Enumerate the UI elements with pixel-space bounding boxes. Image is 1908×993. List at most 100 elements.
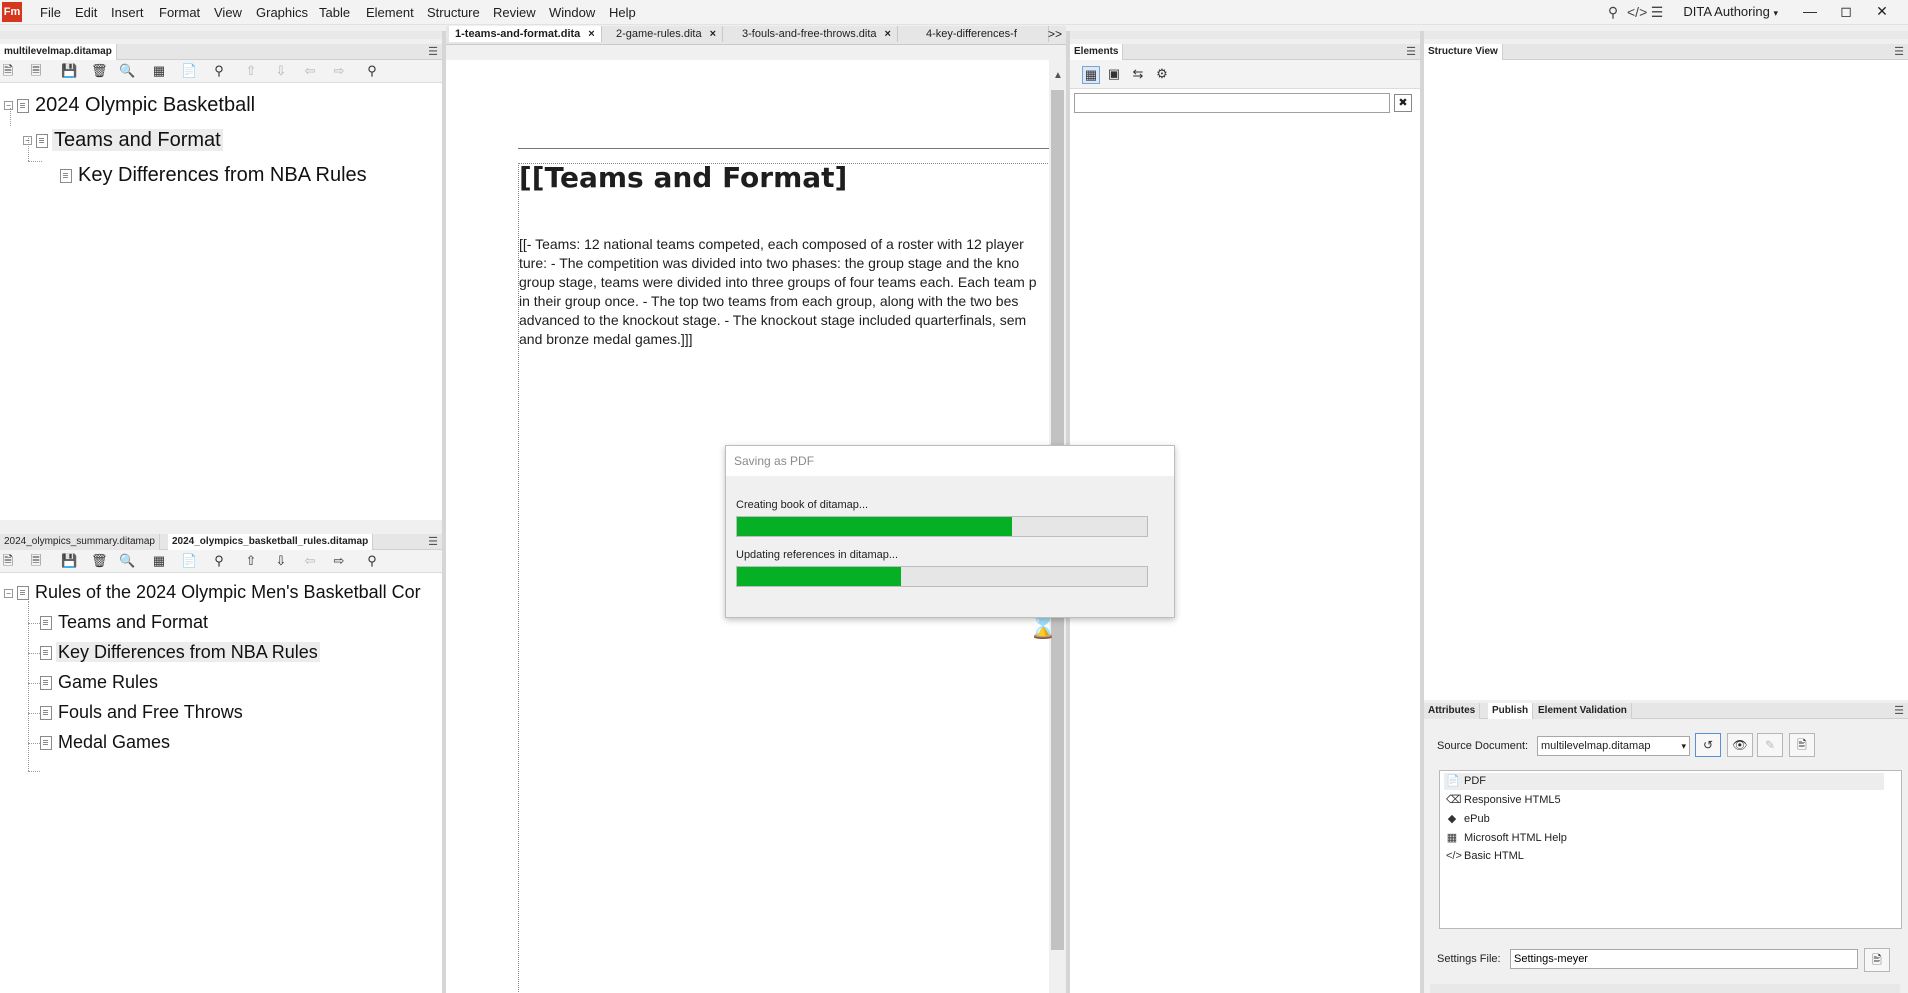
topic-body[interactable]: [[- Teams: 12 national teams competed, e…	[519, 235, 1049, 349]
save-icon[interactable]: 💾	[61, 63, 77, 79]
close-tab-icon[interactable]: ×	[710, 28, 716, 40]
topic-title[interactable]: [[Teams and Format]	[519, 161, 847, 194]
key-icon[interactable]: ⚲	[211, 63, 227, 79]
menu-graphics[interactable]: Graphics	[256, 5, 308, 20]
save-icon[interactable]: 💾	[61, 553, 77, 569]
open-map-icon[interactable]: 🗏	[28, 63, 44, 79]
menu-structure[interactable]: Structure	[427, 5, 480, 20]
settings-icon[interactable]: ⚙	[1154, 66, 1170, 82]
close-tab-icon[interactable]: ×	[885, 28, 891, 40]
settings-file-input[interactable]	[1510, 949, 1858, 969]
minimize-button[interactable]: —	[1792, 0, 1828, 24]
menu-element[interactable]: Element	[366, 5, 414, 20]
find-icon[interactable]: ⚲	[364, 63, 380, 79]
move-left-icon[interactable]: ⇦	[302, 63, 318, 79]
panel-menu-icon[interactable]: ☰	[428, 535, 438, 548]
maximize-button[interactable]: ◻	[1828, 0, 1864, 24]
output-microsoft-html-help[interactable]: ▦ Microsoft HTML Help	[1446, 831, 1567, 844]
tab-olympics-basketball-rules[interactable]: 2024_olympics_basketball_rules.ditamap	[168, 534, 374, 550]
change-element-icon[interactable]: ⇆	[1130, 66, 1146, 82]
tab-attributes[interactable]: Attributes	[1424, 703, 1481, 719]
key-icon[interactable]: ⚲	[211, 553, 227, 569]
collapse-icon[interactable]: −	[4, 101, 13, 111]
document-icon[interactable]: 📄	[181, 553, 197, 569]
tree-item-game-rules[interactable]: Game Rules	[40, 672, 160, 693]
menu-table[interactable]: Table	[319, 5, 350, 20]
tab-olympics-summary[interactable]: 2024_olympics_summary.ditamap	[0, 534, 160, 550]
panel-menu-icon[interactable]: ☰	[1406, 45, 1416, 58]
move-right-icon[interactable]: ⇨	[331, 553, 347, 569]
publish-settings-icon[interactable]: 🖹	[1789, 733, 1815, 757]
tab-element-validation[interactable]: Element Validation	[1534, 703, 1632, 719]
code-view-icon[interactable]: </>	[1627, 3, 1647, 21]
document-icon[interactable]: 📄	[181, 63, 197, 79]
menu-review[interactable]: Review	[493, 5, 536, 20]
tab-fouls-and-free-throws[interactable]: 3-fouls-and-free-throws.dita ×	[736, 26, 898, 42]
tree-item-key-differences[interactable]: Key Differences from NBA Rules	[60, 164, 369, 187]
structure-icon[interactable]: ▦	[151, 63, 167, 79]
elements-panel-title[interactable]: Elements	[1070, 44, 1124, 60]
menu-window[interactable]: Window	[549, 5, 595, 20]
element-filter-input[interactable]	[1074, 93, 1390, 113]
tab-overflow-button[interactable]: >>	[1048, 27, 1062, 41]
menu-insert[interactable]: Insert	[111, 5, 144, 20]
move-left-icon[interactable]: ⇦	[302, 553, 318, 569]
tree-item-medal-games[interactable]: Medal Games	[40, 732, 172, 753]
publish-icon[interactable]: ↺	[1695, 733, 1721, 757]
tab-key-differences[interactable]: 4-key-differences-f	[920, 26, 1049, 42]
find-icon[interactable]: ⚲	[364, 553, 380, 569]
menu-help[interactable]: Help	[609, 5, 636, 20]
structure-view-canvas[interactable]	[1424, 60, 1908, 700]
move-down-icon[interactable]: ⇩	[273, 553, 289, 569]
new-map-icon[interactable]: 🗎	[0, 553, 16, 569]
panel-menu-icon[interactable]: ☰	[1894, 704, 1904, 717]
menu-view[interactable]: View	[214, 5, 242, 20]
tree-item-teams-and-format[interactable]: − Teams and Format	[23, 129, 223, 152]
insert-element-icon[interactable]: ▦	[1082, 66, 1100, 84]
workspace-switcher[interactable]: DITA Authoring ▾	[1683, 4, 1778, 19]
clear-filter-icon[interactable]: ✖	[1394, 94, 1412, 112]
view-output-icon[interactable]: 👁	[1727, 733, 1753, 757]
output-epub[interactable]: ◆ ePub	[1446, 812, 1490, 825]
search-icon[interactable]: ⚲	[1604, 3, 1622, 21]
tab-publish[interactable]: Publish	[1488, 703, 1534, 719]
document-view-icon[interactable]: ☰	[1648, 3, 1666, 21]
tree-item-rules-root[interactable]: − Rules of the 2024 Olympic Men's Basketb…	[4, 582, 423, 603]
menu-file[interactable]: File	[40, 5, 61, 20]
delete-icon[interactable]: 🗑	[91, 63, 108, 79]
tree-item-teams-and-format[interactable]: Teams and Format	[40, 612, 210, 633]
tree-item-key-differences[interactable]: Key Differences from NBA Rules	[40, 642, 320, 663]
preview-icon[interactable]: 🔍	[119, 63, 135, 79]
browse-settings-icon[interactable]: 🖹	[1864, 948, 1890, 972]
wrap-element-icon[interactable]: ▣	[1106, 66, 1122, 82]
scroll-up-icon[interactable]: ▲	[1053, 70, 1063, 81]
move-down-icon[interactable]: ⇩	[273, 63, 289, 79]
menu-edit[interactable]: Edit	[75, 5, 97, 20]
delete-icon[interactable]: 🗑	[91, 553, 108, 569]
tab-multilevelmap[interactable]: multilevelmap.ditamap	[0, 44, 117, 60]
move-right-icon[interactable]: ⇨	[331, 63, 347, 79]
output-responsive-html5[interactable]: ⌫ Responsive HTML5	[1446, 793, 1561, 806]
close-window-button[interactable]: ✕	[1864, 0, 1900, 24]
panel-menu-icon[interactable]: ☰	[428, 45, 438, 58]
collapse-icon[interactable]: −	[23, 136, 32, 146]
open-map-icon[interactable]: 🗏	[28, 553, 44, 569]
move-up-icon[interactable]: ⇧	[243, 553, 259, 569]
menu-format[interactable]: Format	[159, 5, 200, 20]
new-map-icon[interactable]: 🗎	[0, 63, 16, 79]
move-up-icon[interactable]: ⇧	[243, 63, 259, 79]
edit-settings-icon[interactable]: ✎	[1757, 733, 1783, 757]
output-pdf[interactable]: 📄 PDF	[1446, 774, 1486, 787]
source-document-select[interactable]: multilevelmap.ditamap ▾	[1537, 736, 1690, 756]
tab-game-rules[interactable]: 2-game-rules.dita ×	[610, 26, 724, 42]
tree-item-root[interactable]: − 2024 Olympic Basketball	[4, 94, 257, 117]
collapse-icon[interactable]: −	[4, 588, 13, 598]
close-tab-icon[interactable]: ×	[588, 28, 594, 40]
tree-item-fouls-and-free-throws[interactable]: Fouls and Free Throws	[40, 702, 245, 723]
tab-teams-and-format[interactable]: 1-teams-and-format.dita ×	[449, 26, 602, 42]
structure-icon[interactable]: ▦	[151, 553, 167, 569]
output-basic-html[interactable]: </> Basic HTML	[1446, 850, 1524, 862]
panel-menu-icon[interactable]: ☰	[1894, 45, 1904, 58]
structure-view-title[interactable]: Structure View	[1424, 44, 1503, 60]
preview-icon[interactable]: 🔍	[119, 553, 135, 569]
